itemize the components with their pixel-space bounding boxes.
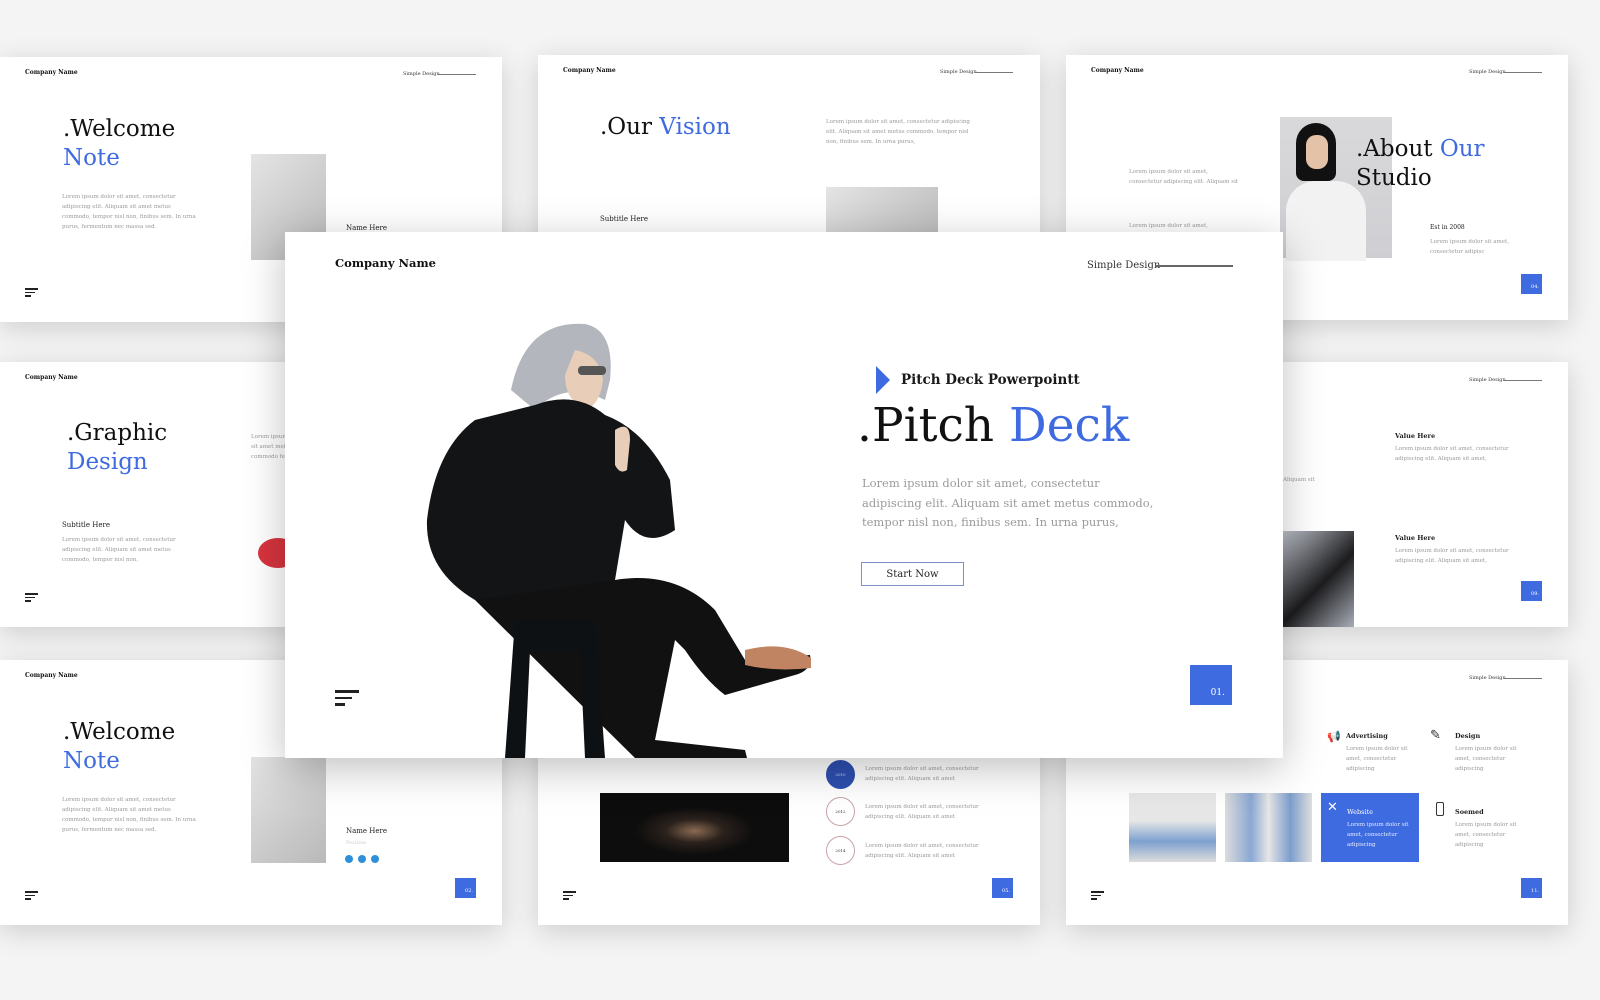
established: Est in 2008 bbox=[1430, 224, 1465, 231]
service-body: Lorem ipsum dolor sit amet, consectetur … bbox=[1455, 746, 1517, 772]
title-accent: Our bbox=[1439, 136, 1485, 162]
divider bbox=[1504, 678, 1542, 679]
body-text: Lorem ipsum dolor sit amet, consectetur … bbox=[62, 797, 196, 833]
kicker: Pitch Deck Powerpointt bbox=[901, 372, 1080, 388]
menu-icon[interactable] bbox=[563, 891, 576, 902]
menu-icon[interactable] bbox=[1091, 891, 1104, 902]
body-text: Lorem ipsum dolor sit amet, consectetur … bbox=[62, 194, 196, 230]
page-number: 11. bbox=[1521, 878, 1542, 898]
timeline-dot-active: 2010 bbox=[826, 760, 855, 789]
menu-icon[interactable] bbox=[25, 593, 38, 604]
menu-icon[interactable] bbox=[25, 288, 38, 299]
text-1: Lorem ipsum dolor sit amet, consectetur … bbox=[1129, 169, 1239, 185]
megaphone-icon: 📢 bbox=[1327, 730, 1341, 743]
service-card-website[interactable]: ✕ Website Lorem ipsum dolor sit amet, co… bbox=[1321, 793, 1419, 862]
service-body: Lorem ipsum dolor sit amet, consectetur … bbox=[1455, 822, 1517, 848]
title: .Welcome bbox=[63, 116, 176, 142]
value-title: Value Here bbox=[1395, 534, 1436, 542]
page-number: 05. bbox=[992, 878, 1013, 898]
facebook-icon[interactable] bbox=[358, 855, 366, 863]
value-body: Lorem ipsum dolor sit amet, consectetur … bbox=[1395, 548, 1509, 564]
portrait-photo bbox=[251, 757, 326, 863]
twitter-icon[interactable] bbox=[345, 855, 353, 863]
simple-design-label: Simple Design bbox=[1469, 69, 1506, 75]
service-body: Lorem ipsum dolor sit amet, consectetur … bbox=[1347, 822, 1409, 848]
service-title: Design bbox=[1455, 732, 1481, 740]
est-body: Lorem ipsum dolor sit amet, consectetur … bbox=[1430, 239, 1509, 255]
title: .Welcome bbox=[63, 719, 176, 745]
service-body: Lorem ipsum dolor sit amet, consectetur … bbox=[1346, 746, 1408, 772]
page-number: 02. bbox=[455, 878, 476, 898]
divider bbox=[438, 74, 476, 75]
simple-design-label: Simple Design bbox=[1469, 377, 1506, 383]
menu-icon[interactable] bbox=[25, 891, 38, 902]
service-title: Advertising bbox=[1346, 732, 1388, 740]
title-accent: Design bbox=[67, 449, 148, 475]
title-accent: Deck bbox=[1009, 398, 1130, 453]
company-name: Company Name bbox=[1091, 67, 1144, 74]
company-name: Company Name bbox=[563, 67, 616, 74]
simple-design-label: Simple Design bbox=[403, 71, 440, 77]
title: .About bbox=[1356, 136, 1433, 162]
subtitle: Subtitle Here bbox=[62, 521, 110, 529]
timeline-dot: 2014 bbox=[826, 836, 855, 865]
subtitle: Subtitle Here bbox=[600, 215, 648, 223]
fabric-photo bbox=[1283, 531, 1354, 627]
service-title: Website bbox=[1347, 808, 1374, 816]
body-text: Lorem ipsum dolor sit amet, consectetur … bbox=[826, 119, 970, 145]
simple-design-label: Simple Design bbox=[1469, 675, 1506, 681]
timeline-text: Lorem ipsum dolor sit amet, consectetur … bbox=[865, 843, 979, 859]
simple-design-label: Simple Design bbox=[940, 69, 977, 75]
tools-icon: ✕ bbox=[1327, 800, 1338, 815]
body-text: Lorem ipsum dolor sit amet, consectetur … bbox=[862, 476, 1154, 529]
divider bbox=[1504, 380, 1542, 381]
pencil-ruler-icon: ✎ bbox=[1430, 728, 1441, 743]
company-name: Company Name bbox=[25, 672, 78, 679]
menu-icon[interactable] bbox=[335, 690, 359, 706]
team-photo bbox=[1129, 793, 1216, 862]
title: .Our bbox=[600, 114, 652, 140]
company-name: Company Name bbox=[25, 69, 78, 76]
position-label: Position bbox=[346, 840, 367, 846]
page-number: 04. bbox=[1521, 274, 1542, 294]
service-title: Soemed bbox=[1455, 808, 1484, 816]
title-accent: Vision bbox=[659, 114, 731, 140]
title: .Graphic bbox=[67, 420, 168, 446]
social-icon[interactable] bbox=[371, 855, 379, 863]
team-photo bbox=[1225, 793, 1312, 862]
start-now-button[interactable]: Start Now bbox=[861, 562, 964, 586]
simple-design-label: Simple Design bbox=[1087, 260, 1161, 271]
side-text: Aliquam sit bbox=[1283, 477, 1315, 483]
play-triangle-icon bbox=[876, 366, 890, 394]
page-number: 01. bbox=[1190, 665, 1232, 705]
title: .Pitch bbox=[857, 398, 995, 453]
company-name: Company Name bbox=[25, 374, 78, 381]
portrait-photo bbox=[600, 793, 789, 862]
name-label: Name Here bbox=[346, 224, 388, 232]
title-line-2: Studio bbox=[1356, 165, 1432, 191]
timeline-text: Lorem ipsum dolor sit amet, consectetur … bbox=[865, 766, 979, 782]
model-photo bbox=[426, 323, 811, 758]
divider bbox=[975, 72, 1013, 73]
divider bbox=[1504, 72, 1542, 73]
value-body: Lorem ipsum dolor sit amet, consectetur … bbox=[1395, 446, 1509, 462]
main-slide-pitch-deck[interactable]: Company Name Simple Design Pitch Deck Po… bbox=[285, 232, 1283, 758]
divider bbox=[1155, 265, 1233, 267]
title-accent: Note bbox=[63, 145, 120, 171]
company-name: Company Name bbox=[335, 256, 436, 270]
value-title: Value Here bbox=[1395, 432, 1436, 440]
timeline-dot: 2012 bbox=[826, 797, 855, 826]
name-label: Name Here bbox=[346, 827, 388, 835]
title-accent: Note bbox=[63, 748, 120, 774]
page-number: 09. bbox=[1521, 581, 1542, 601]
body-text: Lorem ipsum dolor sit amet, consectetur … bbox=[62, 537, 176, 563]
phone-icon bbox=[1436, 802, 1444, 816]
timeline-text: Lorem ipsum dolor sit amet, consectetur … bbox=[865, 804, 979, 820]
